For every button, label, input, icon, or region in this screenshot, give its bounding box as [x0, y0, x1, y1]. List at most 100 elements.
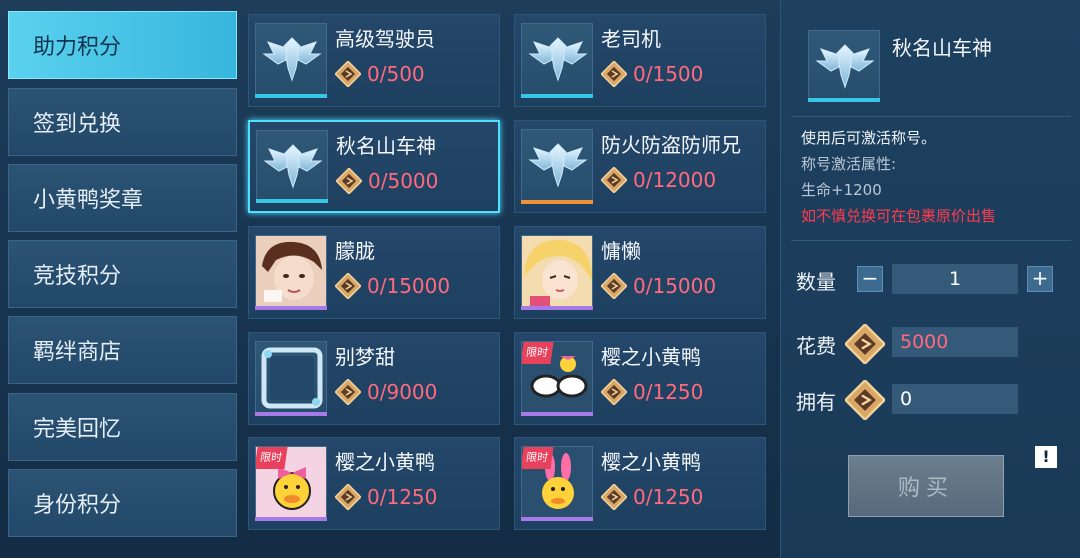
cost-value: 0/1250 — [633, 380, 704, 404]
rarity-bar — [256, 199, 328, 203]
shop-item-fire-theft-senior[interactable]: 防火防盗防师兄 0/12000 — [514, 120, 766, 213]
limited-tag: 限时 — [522, 447, 554, 469]
item-name: 别梦甜 — [335, 345, 395, 369]
shop-item-sakura-duck-bow[interactable]: 限时 樱之小黄鸭 0/1250 — [248, 437, 500, 530]
rarity-bar — [255, 517, 327, 521]
assist-coin-icon — [335, 61, 361, 87]
detail-desc-line: 使用后可激活称号。 — [801, 129, 937, 147]
item-icon-wing-badge — [255, 23, 327, 95]
assist-coin-icon — [601, 273, 627, 299]
assist-coin-icon — [335, 484, 361, 510]
rarity-bar — [521, 200, 593, 204]
rarity-bar — [255, 94, 327, 98]
sidebar-item-identity-points[interactable]: 身份积分 — [8, 469, 237, 537]
cost-value: 0/12000 — [633, 168, 717, 192]
detail-warning: 如不慎兑换可在包裹原价出售 — [801, 207, 997, 225]
assist-coin-icon — [335, 273, 361, 299]
item-cost: 0/1250 — [601, 484, 703, 510]
rarity-bar — [255, 412, 327, 416]
shop-item-akina-god[interactable]: 秋名山车神 0/5000 — [248, 120, 500, 213]
detail-panel: 秋名山车神 使用后可激活称号。 称号激活属性: 生命+1200 如不慎兑换可在包… — [780, 0, 1080, 558]
item-name: 老司机 — [601, 27, 661, 51]
cost-value: 0/15000 — [633, 274, 717, 298]
sidebar-item-label: 羁绊商店 — [33, 340, 122, 365]
shop-item-farewell-dream[interactable]: 别梦甜 0/9000 — [248, 332, 500, 425]
sidebar-item-duck-medal[interactable]: 小黄鸭奖章 — [8, 164, 237, 232]
sidebar-item-bond-shop[interactable]: 羁绊商店 — [8, 316, 237, 384]
cost-value: 0/5000 — [368, 169, 439, 193]
sidebar-item-assist-points[interactable]: 助力积分 — [8, 11, 237, 79]
shop-item-senior-driver[interactable]: 高级驾驶员 0/500 — [248, 14, 500, 107]
assist-coin-icon — [845, 380, 885, 420]
frame-avatar-icon — [255, 341, 327, 413]
item-cost: 0/5000 — [336, 168, 438, 194]
shop-item-lazy[interactable]: 慵懒 0/15000 — [514, 226, 766, 319]
buy-button[interactable]: 购买 — [848, 455, 1004, 517]
sidebar-item-label: 完美回忆 — [33, 417, 122, 442]
quantity-plus-button[interactable]: + — [1027, 266, 1053, 292]
rarity-bar — [521, 94, 593, 98]
divider — [791, 116, 1071, 117]
item-cost: 0/1250 — [335, 484, 437, 510]
rarity-bar — [521, 517, 593, 521]
detail-title: 秋名山车神 — [892, 36, 992, 60]
item-cost: 0/12000 — [601, 167, 716, 193]
sidebar-item-checkin-exchange[interactable]: 签到兑换 — [8, 88, 237, 156]
cost-value: 0/15000 — [367, 274, 451, 298]
duck-bow-icon: 限时 — [255, 446, 327, 518]
detail-attr-label: 称号激活属性: — [801, 155, 897, 173]
quantity-field[interactable]: 1 — [892, 264, 1018, 294]
sidebar-item-label: 签到兑换 — [33, 112, 122, 137]
item-cost: 0/500 — [335, 61, 425, 87]
item-icon-wing-badge — [521, 129, 593, 201]
item-name: 樱之小黄鸭 — [601, 450, 701, 474]
limited-tag: 限时 — [522, 342, 554, 364]
sidebar-item-label: 身份积分 — [33, 493, 122, 518]
sidebar-item-label: 竞技积分 — [33, 264, 122, 289]
item-icon-wing-badge — [256, 130, 328, 202]
divider — [791, 240, 1071, 241]
item-name: 防火防盗防师兄 — [601, 133, 741, 157]
item-cost: 0/1250 — [601, 379, 703, 405]
info-button[interactable]: ! — [1035, 446, 1057, 468]
assist-coin-icon — [601, 167, 627, 193]
sidebar-item-label: 小黄鸭奖章 — [33, 188, 144, 213]
assist-coin-icon — [601, 379, 627, 405]
item-icon-wing-badge — [521, 23, 593, 95]
cost-value: 0/1250 — [367, 485, 438, 509]
rarity-bar — [808, 98, 880, 102]
rarity-bar — [255, 306, 327, 310]
sidebar-item-memories[interactable]: 完美回忆 — [8, 393, 237, 461]
duck-glasses-icon: 限时 — [521, 341, 593, 413]
item-name: 朦胧 — [335, 239, 375, 263]
cost-value: 0/500 — [367, 62, 425, 86]
item-cost: 0/9000 — [335, 379, 437, 405]
cost-value: 0/9000 — [367, 380, 438, 404]
detail-wing-badge-icon — [808, 30, 880, 102]
shop-item-sakura-duck-glasses[interactable]: 限时 樱之小黄鸭 0/1250 — [514, 332, 766, 425]
item-cost: 0/15000 — [601, 273, 716, 299]
assist-coin-icon — [601, 484, 627, 510]
assist-coin-icon — [845, 324, 885, 364]
shop-item-hazy[interactable]: 朦胧 0/15000 — [248, 226, 500, 319]
shop-item-sakura-duck-ears[interactable]: 限时 樱之小黄鸭 0/1250 — [514, 437, 766, 530]
duck-bunny-ears-icon: 限时 — [521, 446, 593, 518]
quantity-minus-button[interactable]: − — [857, 266, 883, 292]
detail-attr-value: 生命+1200 — [801, 181, 882, 199]
assist-coin-icon — [335, 379, 361, 405]
portrait-boy-icon — [255, 235, 327, 307]
owned-label: 拥有 — [796, 390, 836, 414]
sidebar: 助力积分 签到兑换 小黄鸭奖章 竞技积分 羁绊商店 完美回忆 身份积分 — [0, 0, 246, 558]
item-cost: 0/1500 — [601, 61, 703, 87]
assist-coin-icon — [601, 61, 627, 87]
limited-tag: 限时 — [256, 447, 288, 469]
shop-item-old-driver[interactable]: 老司机 0/1500 — [514, 14, 766, 107]
owned-field: 0 — [892, 384, 1018, 414]
rarity-bar — [521, 412, 593, 416]
item-name: 慵懒 — [601, 239, 641, 263]
cost-value: 0/1500 — [633, 62, 704, 86]
sidebar-item-arena-points[interactable]: 竞技积分 — [8, 240, 237, 308]
item-name: 樱之小黄鸭 — [601, 345, 701, 369]
assist-coin-icon — [336, 168, 362, 194]
cost-value: 0/1250 — [633, 485, 704, 509]
